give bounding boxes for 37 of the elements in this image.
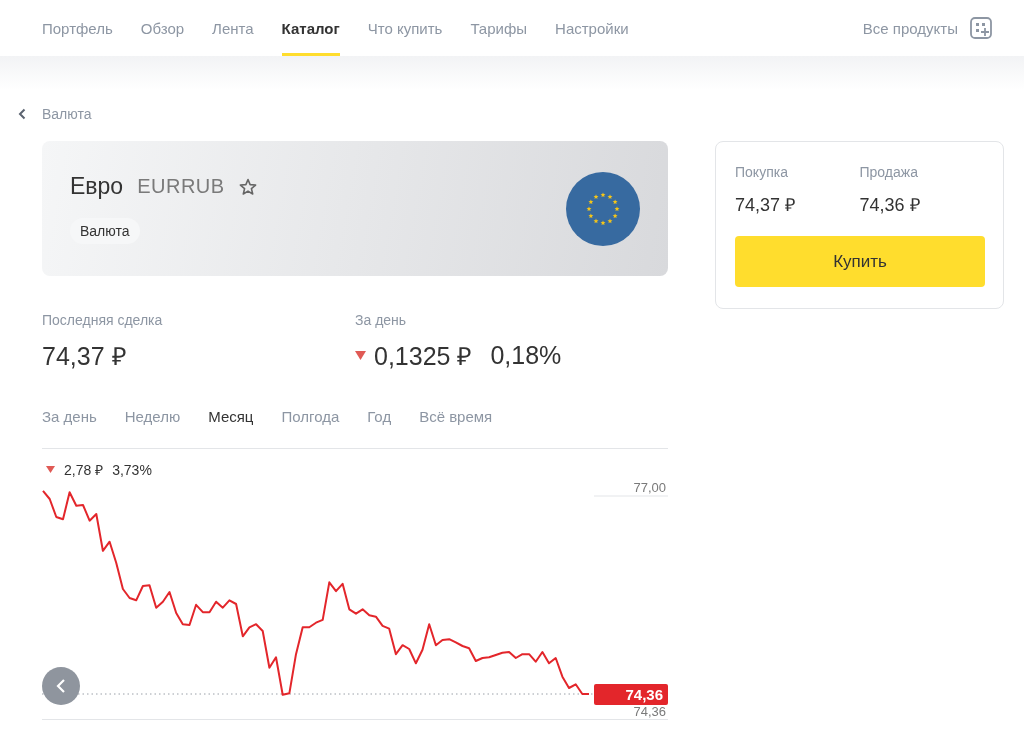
max-price-label: 77,00 xyxy=(633,480,666,495)
period-tab[interactable]: Год xyxy=(367,408,392,448)
stat-label: За день xyxy=(355,312,408,328)
sell-price: 74,36 ₽ xyxy=(859,194,921,216)
price-tag: 74,36 xyxy=(594,684,668,705)
grid-plus-icon[interactable] xyxy=(970,17,992,39)
period-tab[interactable]: Неделю xyxy=(124,408,181,448)
min-price-label: 74,36 xyxy=(633,704,666,719)
favorite-star-icon[interactable] xyxy=(238,177,257,196)
breadcrumb-link[interactable]: Валюта xyxy=(42,106,92,122)
buy-price: 74,37 ₽ xyxy=(735,194,797,216)
period-tab[interactable]: Всё время xyxy=(419,408,493,448)
sell-label: Продажа xyxy=(859,164,919,180)
instrument-name: Евро xyxy=(70,173,124,200)
period-change: 2,78 ₽ xyxy=(64,461,104,479)
nav-tab[interactable]: Тарифы xyxy=(470,0,528,56)
nav-tab[interactable]: Лента xyxy=(212,0,254,56)
period-change-percent: 3,73% xyxy=(112,461,152,478)
period-tab[interactable]: Полгода xyxy=(281,408,340,448)
category-tag: Валюта xyxy=(70,218,140,244)
nav-tab[interactable]: Обзор xyxy=(140,0,185,56)
scroll-left-button[interactable] xyxy=(42,667,80,705)
period-tab[interactable]: За день xyxy=(42,408,97,448)
day-change: 0,1325 ₽ xyxy=(374,341,473,372)
buy-button[interactable]: Купить xyxy=(735,236,985,287)
eu-flag-icon xyxy=(566,171,640,246)
nav-tab[interactable]: Что купить xyxy=(367,0,443,56)
stat-label: Последняя сделка xyxy=(42,312,164,328)
back-chevron-icon[interactable] xyxy=(18,108,26,120)
last-price: 74,37 ₽ xyxy=(42,341,128,372)
nav-tab[interactable]: Настройки xyxy=(555,0,629,56)
nav-tab[interactable]: Портфель xyxy=(42,0,113,56)
ticker-label: EURRUB xyxy=(137,175,225,198)
period-tab[interactable]: Месяц xyxy=(208,408,254,448)
buy-label: Покупка xyxy=(735,164,789,180)
all-products-link[interactable]: Все продукты xyxy=(862,19,958,37)
day-change-percent: 0,18% xyxy=(490,340,562,370)
